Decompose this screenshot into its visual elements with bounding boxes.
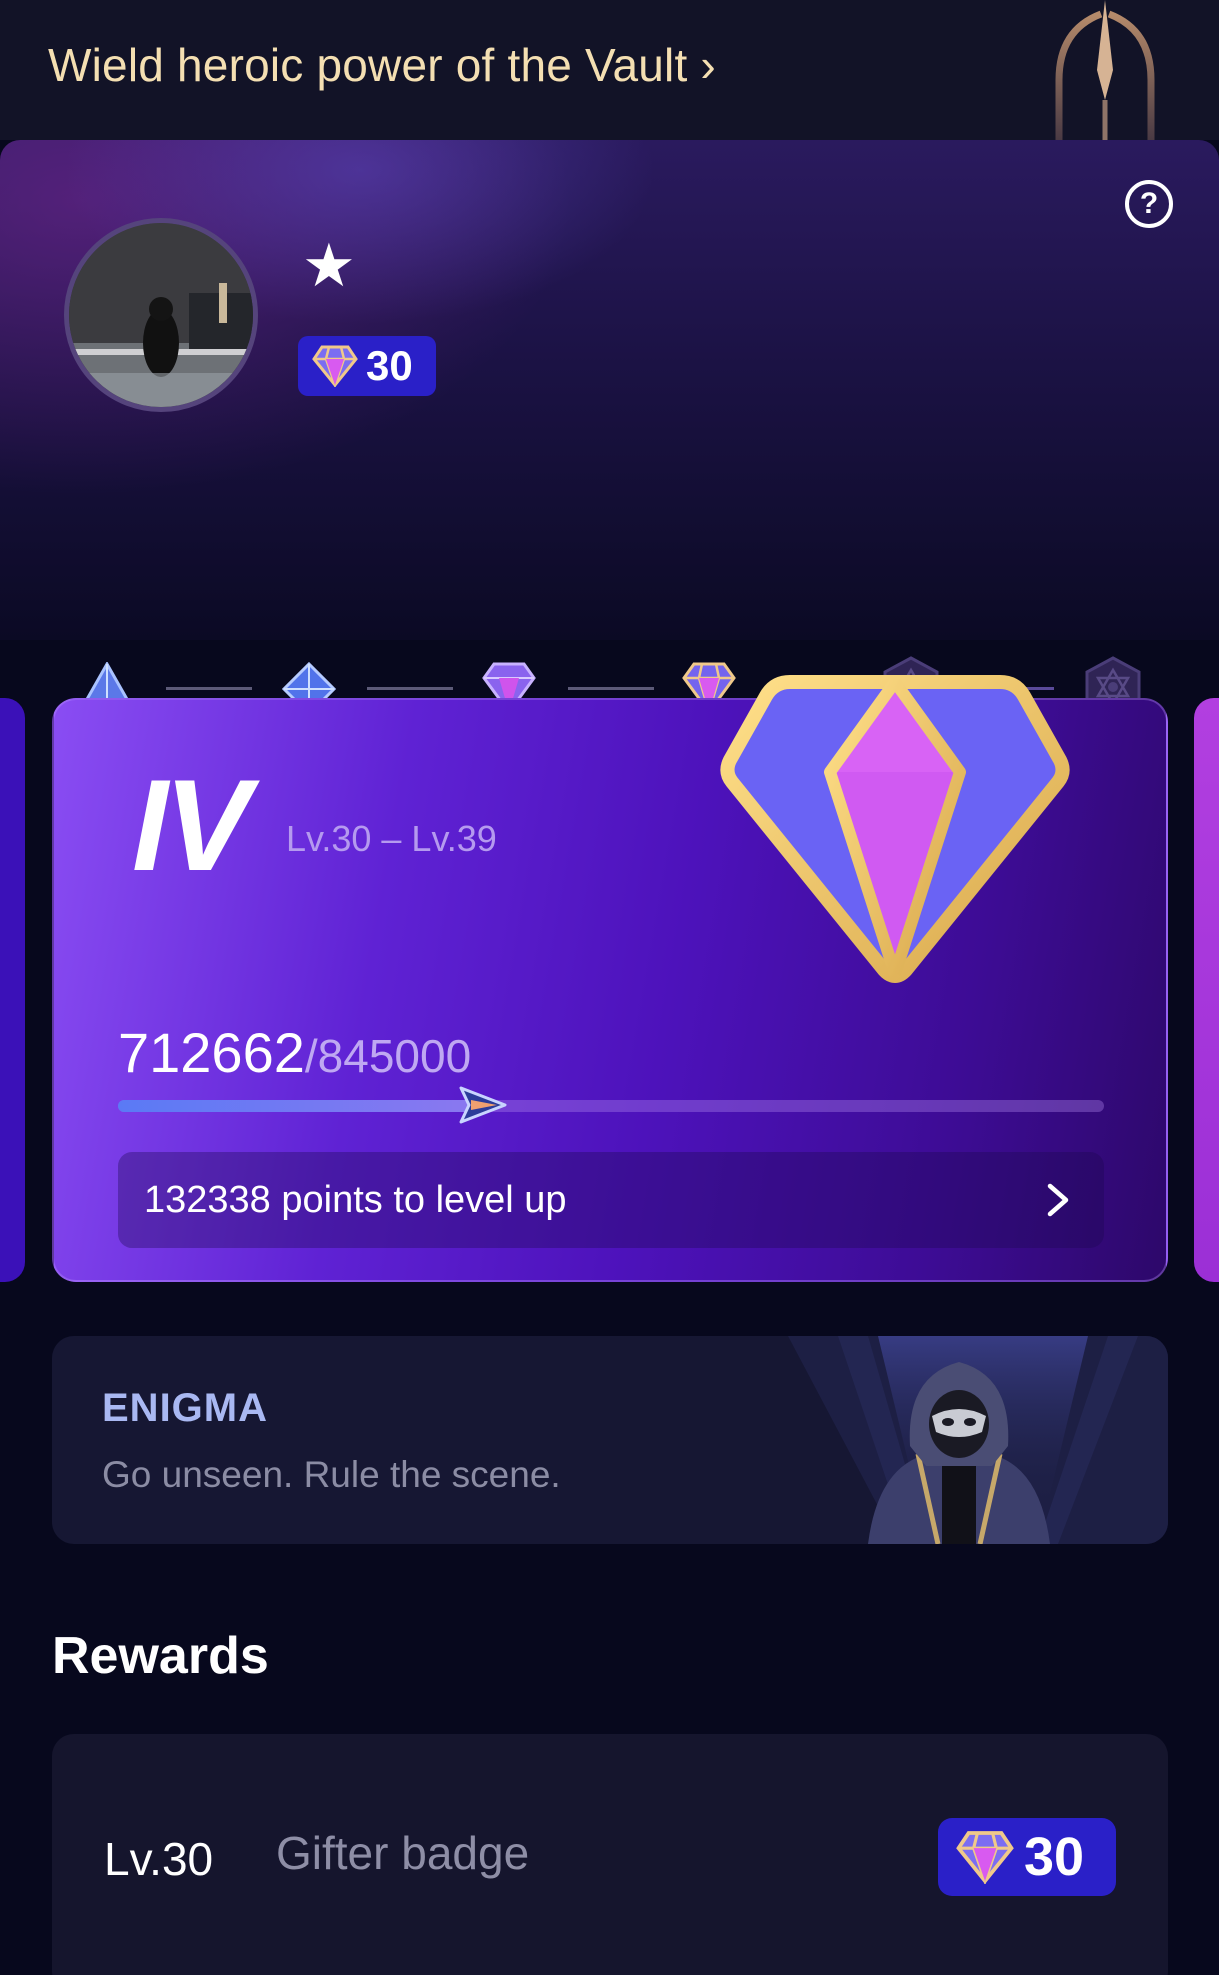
- tier-connector: [568, 687, 654, 690]
- next-tier-card[interactable]: [1194, 698, 1219, 1282]
- points-progress-fill: [118, 1100, 471, 1112]
- reward-badge-value: 30: [1024, 1827, 1085, 1887]
- trident-icon: [1055, 0, 1155, 140]
- help-icon[interactable]: ?: [1125, 180, 1173, 228]
- tier-connector: [367, 687, 453, 690]
- tier-numeral: IV: [132, 752, 251, 898]
- star-icon: ★: [302, 232, 356, 299]
- previous-tier-card[interactable]: [0, 698, 25, 1282]
- avatar-photo: [69, 223, 253, 407]
- points-progress-bar: [118, 1086, 1104, 1124]
- progress-arrow-icon: [459, 1086, 507, 1124]
- enigma-card[interactable]: ENIGMA Go unseen. Rule the scene.: [52, 1336, 1168, 1544]
- tier-connector: [166, 687, 252, 690]
- reward-name: Gifter badge: [276, 1827, 530, 1879]
- level-up-info-row[interactable]: 132338 points to level up: [118, 1152, 1104, 1248]
- points-progress-text: 712662/845000: [118, 1020, 471, 1085]
- enigma-title: ENIGMA: [102, 1386, 268, 1430]
- tier-level-range: Lv.30 – Lv.39: [286, 818, 497, 859]
- points-total: /845000: [304, 1030, 472, 1082]
- level-up-text: 132338 points to level up: [144, 1178, 567, 1221]
- tier-diamond-icon: [720, 675, 1070, 983]
- level-badge: 30: [298, 336, 436, 396]
- reward-level-badge: 30: [938, 1818, 1116, 1896]
- enigma-subtitle: Go unseen. Rule the scene.: [102, 1454, 561, 1495]
- current-tier-card: IV Lv.30 – Lv.39 712662/845000 132338 po…: [52, 675, 1168, 1282]
- vault-banner-link[interactable]: Wield heroic power of the Vault ›: [48, 38, 716, 92]
- avatar[interactable]: [64, 218, 258, 412]
- reward-level: Lv.30: [104, 1833, 214, 1885]
- level-badge-value: 30: [366, 342, 413, 389]
- hooded-figure-icon: [728, 1336, 1168, 1544]
- top-banner[interactable]: Wield heroic power of the Vault ›: [0, 0, 1219, 140]
- profile-section: ? ★ 30: [0, 140, 1219, 747]
- diamond-icon: [956, 1831, 1014, 1884]
- reward-item[interactable]: Lv.30 Gifter badge 30: [52, 1734, 1168, 1975]
- chevron-right-icon: [1047, 1183, 1069, 1217]
- diamond-icon: [312, 345, 358, 387]
- points-current: 712662: [118, 1021, 305, 1084]
- rewards-heading: Rewards: [52, 1627, 269, 1685]
